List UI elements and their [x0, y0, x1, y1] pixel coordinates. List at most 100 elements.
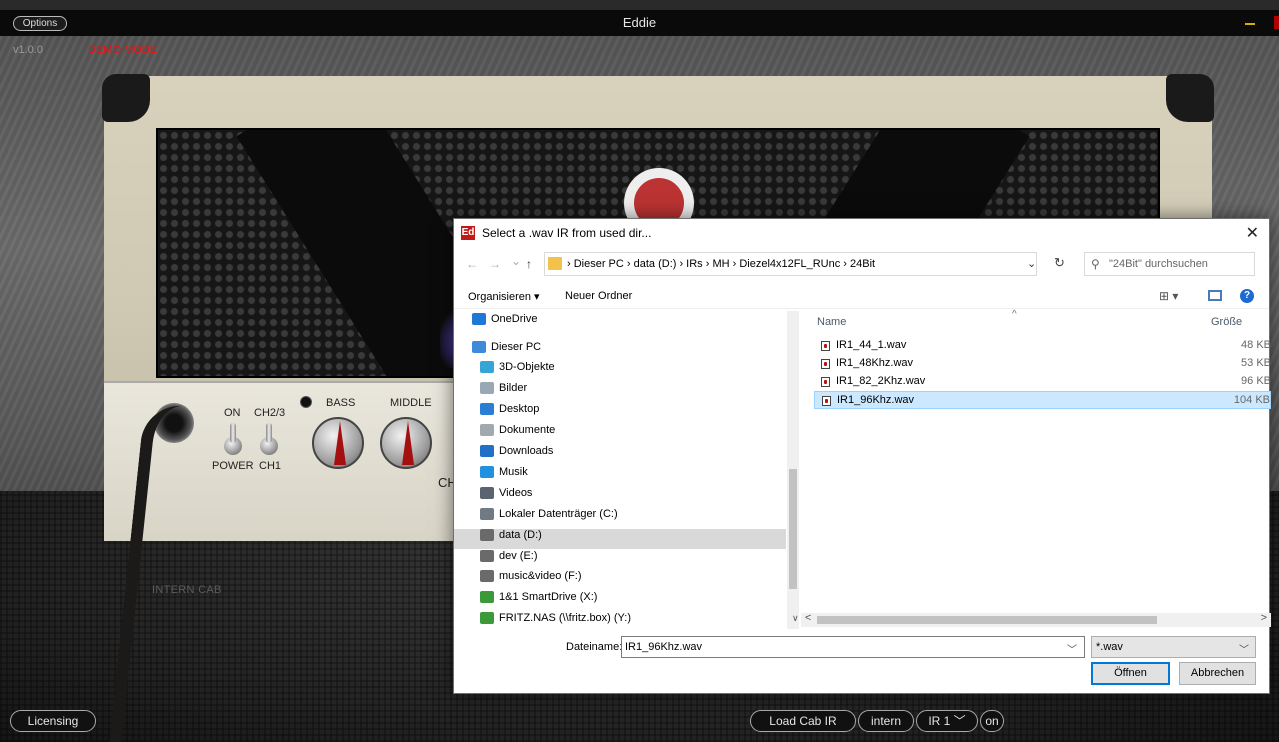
nav-scrollbar[interactable] — [787, 311, 799, 629]
demo-mode-label: DEMO MODE — [88, 44, 158, 56]
new-folder-button[interactable]: Neuer Ordner — [565, 290, 632, 302]
horizontal-scroll-thumb[interactable] — [817, 616, 1157, 624]
folder-icon — [480, 487, 494, 500]
power-toggle[interactable] — [224, 423, 242, 459]
nav-item[interactable]: dev (E:) — [480, 550, 538, 570]
dialog-title-bar: Ed Select a .wav IR from used dir... ✕ — [454, 219, 1269, 247]
breadcrumb[interactable]: › Dieser PC › data (D:) › IRs › MH › Die… — [567, 258, 875, 270]
scroll-right-icon[interactable]: > — [1261, 612, 1267, 624]
address-bar[interactable]: › Dieser PC › data (D:) › IRs › MH › Die… — [544, 252, 1037, 276]
nav-item-label: Downloads — [499, 445, 554, 458]
organize-button[interactable]: Organisieren ▾ — [468, 290, 540, 303]
folder-icon — [472, 341, 486, 354]
ch23-label: CH2/3 — [254, 407, 286, 419]
licensing-button[interactable]: Licensing — [10, 710, 96, 732]
filetype-select[interactable]: *.wav ﹀ — [1091, 636, 1256, 658]
filename-input[interactable] — [621, 636, 1085, 658]
nav-scroll-thumb[interactable] — [789, 469, 797, 589]
horizontal-scrollbar[interactable]: < > — [801, 612, 1271, 627]
nav-item-label: Bilder — [499, 382, 528, 395]
up-icon[interactable]: ↑ — [526, 257, 532, 271]
preview-pane-icon[interactable] — [1208, 290, 1222, 301]
column-header-size[interactable]: Größe — [1211, 316, 1242, 328]
refresh-icon[interactable]: ↻ — [1054, 255, 1065, 271]
on-label: ON — [224, 407, 241, 419]
bass-knob[interactable] — [312, 417, 364, 469]
middle-knob[interactable] — [380, 417, 432, 469]
nav-item-label: Lokaler Datenträger (C:) — [499, 508, 618, 521]
file-size: 96 KB — [1241, 375, 1271, 387]
file-row[interactable]: IR1_48Khz.wav 53 KB — [814, 355, 1271, 373]
version-label: v1.0.0 — [13, 44, 43, 56]
nav-item[interactable]: 1&1 SmartDrive (X:) — [480, 591, 597, 611]
file-name: IR1_96Khz.wav — [837, 394, 915, 406]
folder-icon — [480, 424, 494, 437]
chevron-down-icon: ﹀ — [1239, 645, 1249, 656]
nav-item[interactable]: Desktop — [480, 403, 539, 423]
file-row[interactable]: IR1_96Khz.wav 104 KB — [814, 391, 1271, 409]
load-cab-ir-button[interactable]: Load Cab IR — [750, 710, 856, 732]
nav-item[interactable]: OneDrive — [472, 313, 537, 333]
folder-icon — [548, 257, 562, 270]
nav-item[interactable]: data (D:) — [480, 529, 542, 549]
ir-select-value: IR 1 — [928, 714, 951, 728]
filename-label: Dateiname: — [566, 641, 623, 653]
nav-item[interactable]: music&video (F:) — [480, 570, 582, 590]
nav-item[interactable]: Dokumente — [480, 424, 555, 444]
wav-file-icon — [821, 341, 830, 351]
file-open-dialog: Ed Select a .wav IR from used dir... ✕ ←… — [453, 218, 1271, 694]
cancel-button[interactable]: Abbrechen — [1179, 662, 1256, 685]
wav-file-icon — [821, 359, 830, 369]
nav-item[interactable]: 3D-Objekte — [480, 361, 555, 381]
wav-file-icon — [822, 396, 831, 406]
ir-on-button[interactable]: on — [980, 710, 1004, 732]
nav-item-label: Dokumente — [499, 424, 556, 437]
file-size: 53 KB — [1241, 357, 1271, 369]
folder-icon — [480, 445, 494, 458]
nav-item-label: FRITZ.NAS (\\fritz.box) (Y:) — [499, 612, 632, 625]
close-icon[interactable]: ✕ — [1246, 223, 1259, 243]
chevron-down-icon: ﹀ — [953, 714, 966, 728]
nav-scroll-down-icon[interactable]: ∨ — [792, 613, 799, 624]
search-placeholder: "24Bit" durchsuchen — [1109, 258, 1208, 270]
nav-item[interactable]: Downloads — [480, 445, 553, 465]
channel-toggle[interactable] — [260, 423, 278, 459]
file-name: IR1_44_1.wav — [836, 339, 907, 351]
file-row[interactable]: IR1_44_1.wav 48 KB — [814, 337, 1271, 355]
minimize-icon[interactable] — [1245, 23, 1255, 25]
chevron-down-icon[interactable]: ﹀ — [1067, 641, 1077, 656]
address-dropdown-icon[interactable]: ⌄ — [1027, 257, 1036, 270]
folder-icon — [480, 466, 494, 479]
dialog-toolbar: Organisieren ▾ Neuer Ordner ⊞ ▾ ? — [454, 283, 1269, 309]
folder-icon — [480, 570, 494, 583]
nav-item[interactable]: Lokaler Datenträger (C:) — [480, 508, 618, 528]
forward-icon[interactable]: → — [489, 257, 501, 271]
nav-item[interactable]: Videos — [480, 487, 532, 507]
search-input[interactable]: ⚲ "24Bit" durchsuchen — [1084, 252, 1255, 276]
ir-select-dropdown[interactable]: IR 1 ﹀ — [916, 710, 978, 732]
view-options-icon[interactable]: ⊞ ▾ — [1159, 289, 1178, 303]
nav-item-label: data (D:) — [499, 529, 542, 542]
open-button[interactable]: Öffnen — [1091, 662, 1170, 685]
file-size: 48 KB — [1241, 339, 1271, 351]
wav-file-icon — [821, 377, 830, 387]
folder-icon — [480, 508, 494, 521]
nav-item[interactable]: Bilder — [480, 382, 527, 402]
nav-item[interactable]: FRITZ.NAS (\\fritz.box) (Y:) — [480, 612, 631, 629]
column-header-name[interactable]: Name — [817, 316, 846, 328]
help-icon[interactable]: ? — [1240, 289, 1254, 303]
file-row[interactable]: IR1_82_2Khz.wav 96 KB — [814, 373, 1271, 391]
led-indicator-icon — [300, 396, 312, 408]
intern-button[interactable]: intern — [858, 710, 914, 732]
app-icon: Ed — [461, 226, 475, 240]
nav-item-label: Dieser PC — [491, 341, 542, 354]
app-title: Eddie — [622, 15, 657, 30]
file-name: IR1_82_2Khz.wav — [836, 375, 926, 387]
back-icon[interactable]: ← — [466, 257, 478, 271]
close-window-icon[interactable] — [1274, 16, 1279, 29]
recent-locations-icon[interactable]: ⌄ — [511, 254, 521, 268]
nav-item[interactable]: Musik — [480, 466, 528, 486]
nav-item[interactable]: Dieser PC — [472, 341, 541, 361]
scroll-left-icon[interactable]: < — [805, 612, 811, 624]
folder-icon — [480, 382, 494, 395]
